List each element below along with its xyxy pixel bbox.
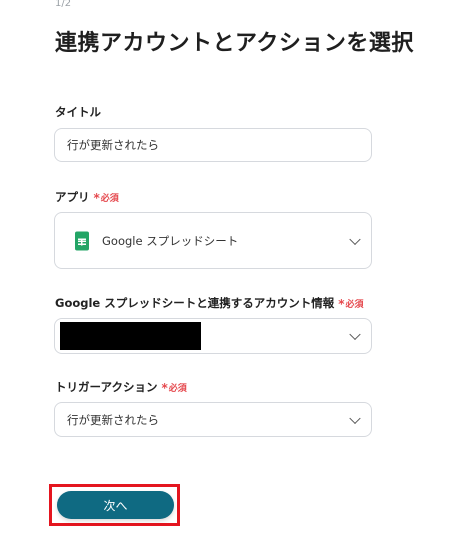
title-input-value: 行が更新されたら (67, 138, 159, 152)
title-label-text: タイトル (55, 105, 101, 119)
title-label: タイトル (55, 104, 101, 120)
app-label: アプリ *必須 (55, 189, 119, 205)
page: 1/2 連携アカウントとアクションを選択 タイトル 行が更新されたら アプリ *必… (0, 0, 466, 537)
title-input[interactable]: 行が更新されたら (54, 128, 372, 162)
account-required-text: 必須 (345, 300, 364, 310)
account-label-text: Google スプレッドシートと連携するアカウント情報 (55, 296, 335, 310)
account-label: Google スプレッドシートと連携するアカウント情報 *必須 (55, 295, 364, 311)
redacted-account (60, 322, 201, 350)
app-required-badge: *必須 (93, 191, 119, 205)
trigger-required-text: 必須 (168, 384, 187, 394)
app-label-text: アプリ (55, 190, 90, 204)
chevron-down-icon (349, 233, 361, 245)
trigger-required-badge: *必須 (161, 381, 187, 395)
trigger-label: トリガーアクション *必須 (55, 379, 187, 395)
trigger-select-value: 行が更新されたら (67, 412, 159, 427)
account-select[interactable] (54, 318, 372, 354)
account-required-badge: *必須 (338, 297, 364, 311)
step-indicator: 1/2 (55, 0, 72, 9)
page-title: 連携アカウントとアクションを選択 (55, 31, 414, 56)
google-sheets-icon (75, 231, 89, 250)
trigger-label-text: トリガーアクション (55, 380, 158, 394)
chevron-down-icon (349, 328, 361, 341)
app-select-value: Google スプレッドシート (102, 233, 239, 248)
app-select[interactable]: Google スプレッドシート (54, 212, 372, 269)
next-button[interactable]: 次へ (57, 491, 174, 519)
chevron-down-icon (349, 412, 361, 424)
app-required-text: 必須 (100, 194, 119, 204)
next-button-highlight: 次へ (49, 484, 180, 526)
trigger-select[interactable]: 行が更新されたら (54, 402, 372, 437)
